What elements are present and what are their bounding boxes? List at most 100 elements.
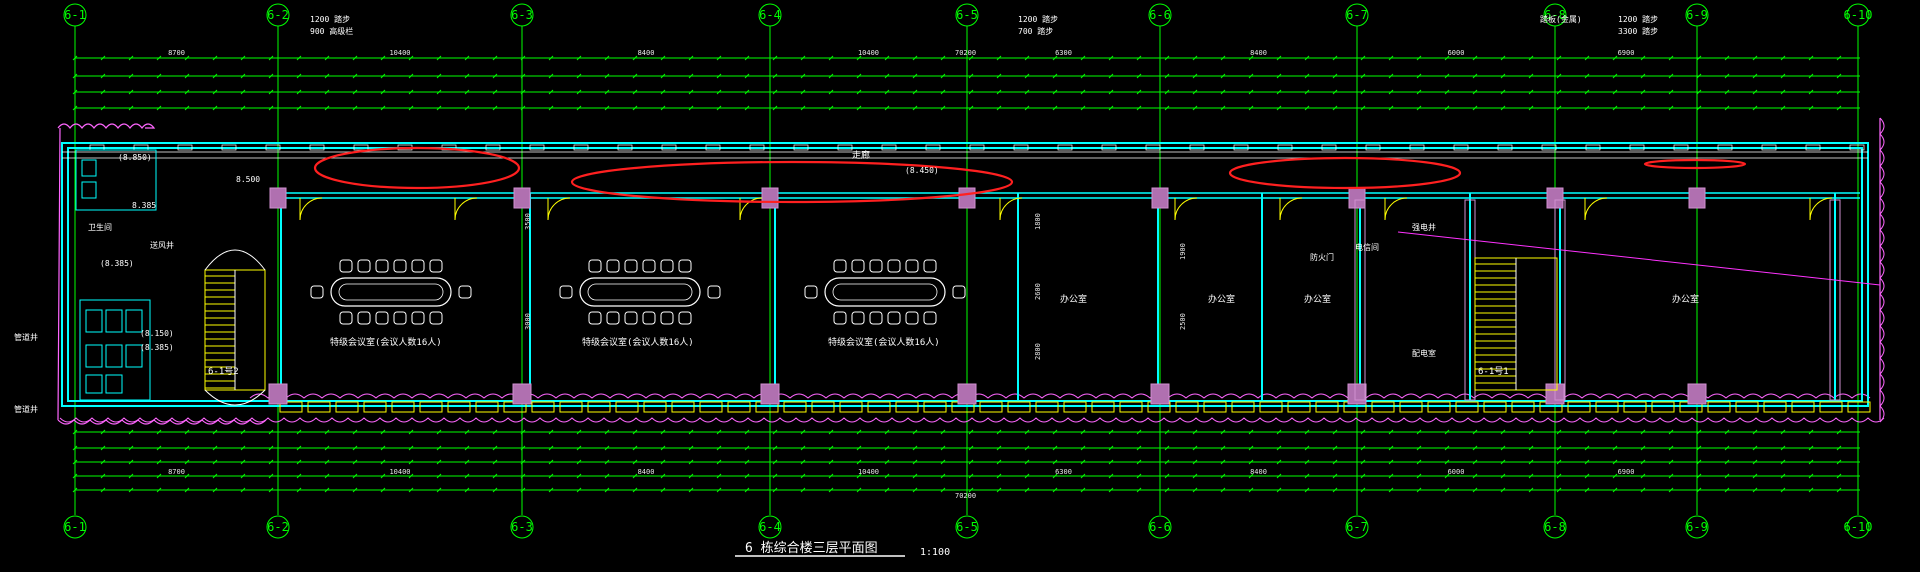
grid-axis-label: 6-5 [956, 8, 978, 22]
span-dimension: 10400 [389, 49, 410, 57]
top-label: 3300 踏步 [1618, 26, 1658, 36]
grid-axis-label: 6-3 [511, 520, 533, 534]
span-dimension: 8700 [168, 49, 185, 57]
chair [923, 311, 937, 325]
span-dimension: 10400 [389, 468, 410, 476]
chair [952, 285, 966, 299]
chair [429, 311, 443, 325]
inner-dimension: 3000 [524, 313, 532, 330]
inner-dimension: 2800 [1034, 343, 1042, 360]
room-label-corridor: 走廊 [852, 149, 870, 161]
annotation-electric: 电信间 [1355, 242, 1379, 252]
chair [660, 259, 674, 273]
grid-axis-label: 6-9 [1686, 8, 1708, 22]
inner-dimension: 2500 [1179, 313, 1187, 330]
room-label-meeting-3: 特级会议室(会议人数16人) [828, 336, 940, 348]
chair [458, 285, 472, 299]
total-length-top: 70200 [955, 49, 976, 57]
grid-axis-label: 6-4 [759, 8, 781, 22]
chair [375, 311, 389, 325]
door-swing [1174, 197, 1198, 221]
chair [357, 259, 371, 273]
span-dimension: 6900 [1618, 468, 1635, 476]
inner-dimension: 3500 [524, 213, 532, 230]
revision-cloud-bottom [59, 117, 1885, 423]
chair [905, 259, 919, 273]
floor-plan-drawing: 6-1 6-1 6-2 6-2 6-3 6-3 6-4 6-4 6-5 6-5 6-6 6-6 6-7 6… [14, 3, 1885, 558]
stair-label-left: 6-1号2 [208, 366, 239, 377]
door-swing [1279, 197, 1303, 221]
inner-dimension: 1800 [1034, 213, 1042, 230]
chair [429, 259, 443, 273]
room-label-office-1: 办公室 [1060, 293, 1087, 305]
dimension-text: 8700 8700 10400 10400 8400 8400 10400 10400 6300… [72, 49, 1842, 493]
elevation-tag: (8.150) [140, 329, 174, 338]
span-dimension: 8400 [638, 468, 655, 476]
chair [833, 311, 847, 325]
grid-axis-label: 6-2 [267, 520, 289, 534]
annotation-fire-door: 防火门 [1310, 252, 1334, 262]
elevation-tag: 8.385 [132, 201, 156, 210]
chair [887, 259, 901, 273]
chair [393, 259, 407, 273]
elevation-tag: (8.850) [118, 153, 152, 162]
annotation-equipment: 送风井 [150, 240, 174, 250]
meeting-table [824, 277, 946, 307]
chair [588, 259, 602, 273]
elevation-tag: (8.385) [140, 343, 174, 352]
chair [357, 311, 371, 325]
chair [851, 259, 865, 273]
span-dimension: 6000 [1448, 468, 1465, 476]
chair [678, 311, 692, 325]
chair [606, 259, 620, 273]
chair [375, 259, 389, 273]
chair [411, 259, 425, 273]
grid-axis-label: 6-3 [511, 8, 533, 22]
meeting-table [330, 277, 452, 307]
revision-cloud-outline [57, 118, 1881, 425]
door-swing [1584, 197, 1608, 221]
grid-axis-label: 6-5 [956, 520, 978, 534]
annotation-toilet: 卫生间 [88, 222, 112, 232]
grid-axis-label: 6-4 [759, 520, 781, 534]
span-dimension: 10400 [858, 49, 879, 57]
chair [887, 311, 901, 325]
annotation-shaft: 管道井 [14, 404, 38, 414]
chair [905, 311, 919, 325]
grid-axis-label: 6-6 [1149, 8, 1171, 22]
chair [624, 259, 638, 273]
drawing-title: 6 栋综合楼三层平面图 [745, 540, 878, 556]
grid-axis-label: 6-1 [64, 8, 86, 22]
drawing-scale: 1:100 [920, 547, 950, 558]
span-dimension: 6300 [1055, 468, 1072, 476]
grid-axis-label: 6-6 [1149, 520, 1171, 534]
door-swing [454, 197, 478, 221]
chair [393, 311, 407, 325]
cad-floor-plan-canvas: 6-1 6-1 6-2 6-2 6-3 6-3 6-4 6-4 6-5 6-5 6-6 6-6 6-7 6… [0, 0, 1920, 568]
elevation-tag: (8.450) [905, 166, 939, 175]
partition-walls [280, 193, 1836, 400]
elevation-tag: (8.385) [100, 259, 134, 268]
span-dimension: 6300 [1055, 49, 1072, 57]
grid-axis-label: 6-2 [267, 8, 289, 22]
meeting-table [579, 277, 701, 307]
chair [833, 259, 847, 273]
grid-axis-label: 6-7 [1346, 8, 1368, 22]
total-length-bottom: 70200 [955, 492, 976, 500]
chair [707, 285, 721, 299]
chair [869, 311, 883, 325]
chair [339, 259, 353, 273]
stair-label-right: 6-1号1 [1478, 366, 1509, 377]
elevation-tag: 8.500 [236, 175, 260, 184]
room-label-meeting-2: 特级会议室(会议人数16人) [582, 336, 694, 348]
grid-axis-label: 6-8 [1544, 520, 1566, 534]
span-dimension: 6900 [1618, 49, 1635, 57]
chair [851, 311, 865, 325]
annotation-room-small: 配电室 [1412, 348, 1436, 358]
chair [606, 311, 620, 325]
span-dimension: 6000 [1448, 49, 1465, 57]
chair [923, 259, 937, 273]
door-swing [299, 197, 323, 221]
chair [642, 259, 656, 273]
door-swing [1384, 197, 1408, 221]
